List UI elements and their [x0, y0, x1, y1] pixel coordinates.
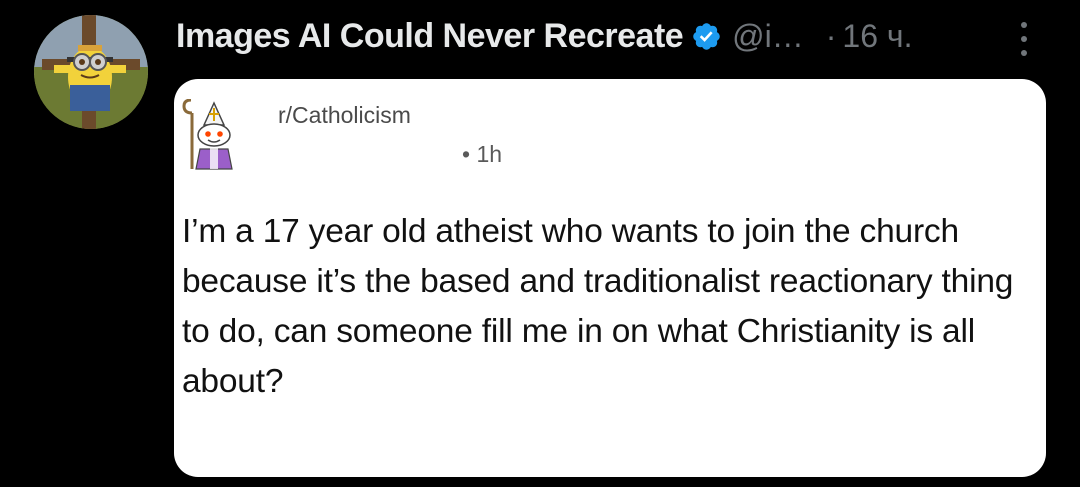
tweet-media-image[interactable]: r/Catholicism • 1h I’m a 17 year old ath… [174, 79, 1046, 477]
separator-dot: · [825, 17, 837, 54]
tweet-timestamp[interactable]: 16 ч. [842, 18, 912, 55]
reddit-snoo-bishop-icon [182, 99, 233, 170]
tweet: Images AI Could Never Recreate @i… · 16 … [0, 0, 1080, 487]
tweet-header: Images AI Could Never Recreate @i… · 16 … [176, 12, 912, 60]
minion-crucifix-avatar-icon [34, 15, 148, 129]
more-options-icon[interactable] [1012, 22, 1036, 56]
post-body-text: I’m a 17 year old atheist who wants to j… [182, 213, 1014, 400]
more-dot [1021, 22, 1027, 28]
author-handle[interactable]: @i… [732, 18, 804, 55]
subreddit-name: r/Catholicism [278, 102, 411, 128]
post-time: • 1h [462, 141, 503, 167]
verified-badge-icon [693, 22, 720, 50]
author-avatar[interactable] [34, 15, 148, 129]
author-display-name[interactable]: Images AI Could Never Recreate [176, 17, 684, 56]
more-dot [1021, 36, 1027, 42]
more-dot [1021, 50, 1027, 56]
